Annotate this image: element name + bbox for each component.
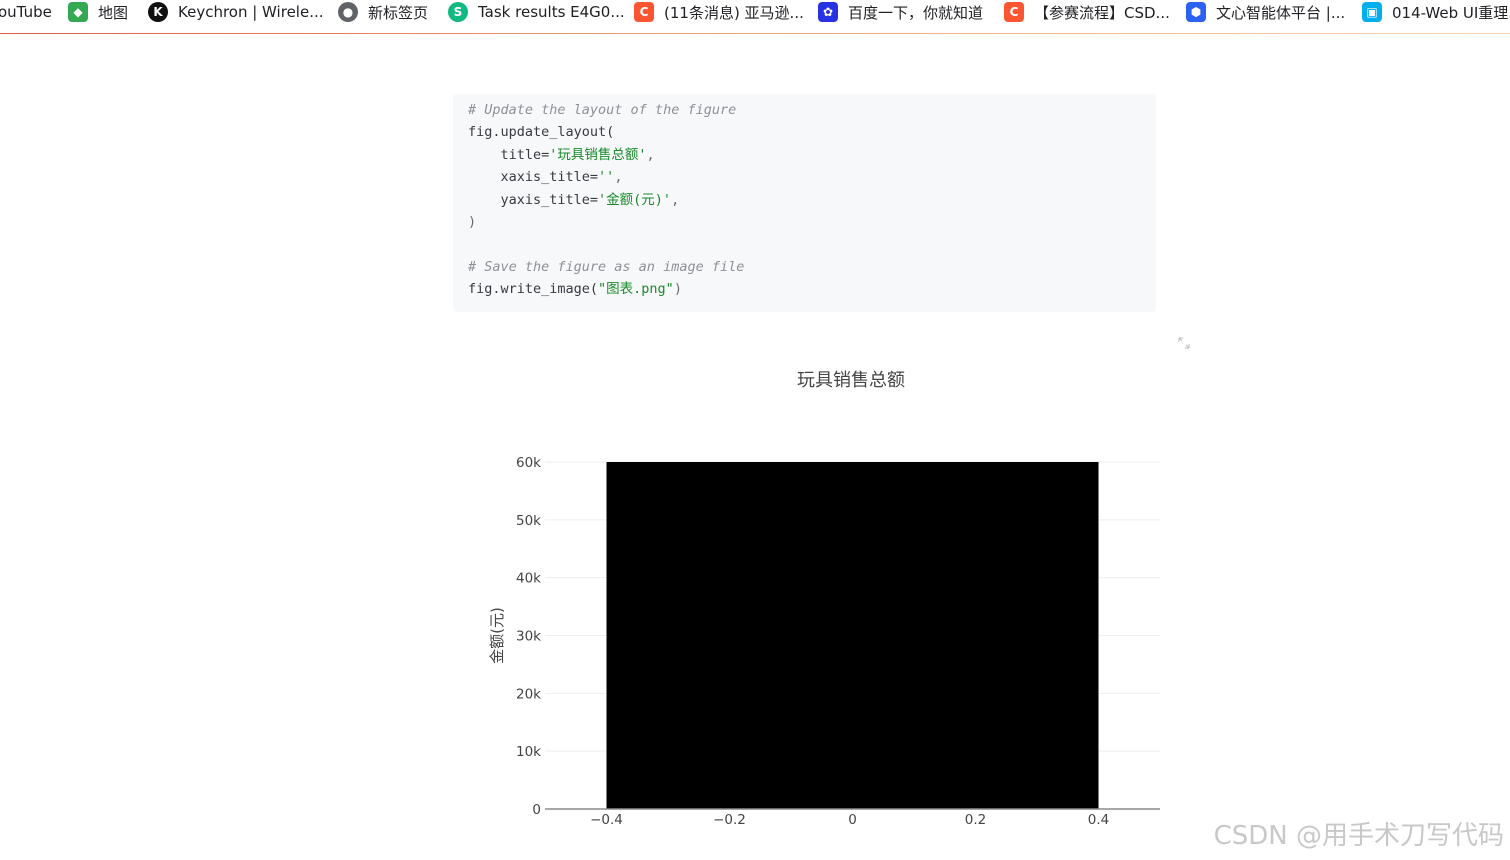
- bookmark-item[interactable]: C (11条消息) 亚马逊...: [634, 0, 804, 24]
- watermark-text: CSDN @用手术刀写代码: [1213, 821, 1504, 851]
- bookmark-label: 新标签页: [368, 3, 429, 22]
- bookmark-label: 百度一下，你就知道: [848, 3, 984, 22]
- expand-icon[interactable]: [1178, 337, 1190, 349]
- code-arg-key: title=: [468, 146, 550, 163]
- code-string: "图表.png": [598, 281, 674, 298]
- code-arg-key: yaxis_title=: [468, 191, 599, 208]
- baidu-icon: ✿: [818, 2, 838, 22]
- bookmark-label: 014-Web UI重理...: [1392, 3, 1510, 22]
- code-block: # Update the layout of the figure fig.up…: [453, 94, 1156, 312]
- keychron-icon: K: [148, 2, 168, 22]
- y-tick-label: 20k: [516, 686, 541, 702]
- code-arg-key: xaxis_title=: [468, 169, 599, 186]
- bookmark-item[interactable]: S Task results E4G0...: [448, 0, 625, 24]
- bookmark-label: 地图: [98, 3, 129, 22]
- code-string: '金额(元)': [598, 191, 672, 208]
- toolbar-accent-line: [0, 33, 1510, 34]
- x-tick-label: 0: [848, 812, 857, 828]
- bookmark-label: 文心智能体平台 |...: [1216, 3, 1346, 22]
- csdn-icon: C: [634, 2, 654, 22]
- y-tick-label: 60k: [516, 455, 541, 471]
- y-tick-label: 10k: [516, 744, 541, 760]
- chart-title: 玩具销售总额: [797, 370, 905, 391]
- csdn-icon: C: [1004, 2, 1024, 22]
- bookmark-item[interactable]: ✿ 百度一下，你就知道: [818, 0, 983, 24]
- bookmark-item[interactable]: ● 新标签页: [338, 0, 428, 24]
- code-string: '玩具销售总额': [549, 146, 647, 163]
- code-comment: # Save the figure as an image file: [468, 258, 745, 275]
- maps-icon: ◆: [68, 2, 88, 22]
- bookmark-label: 【参赛流程】CSD...: [1034, 3, 1170, 22]
- bookmark-item[interactable]: ▣ 014-Web UI重理...: [1362, 0, 1510, 24]
- bookmark-item[interactable]: ⬢ 文心智能体平台 |...: [1186, 0, 1345, 24]
- y-tick-label: 0: [532, 802, 541, 818]
- code-call: fig.write_image(: [468, 281, 599, 298]
- code-text: # Update the layout of the figure fig.up…: [453, 94, 1156, 301]
- code-string: '': [598, 169, 615, 186]
- y-tick-label: 30k: [516, 629, 541, 645]
- bar-chart: 0 10k 20k 30k 40k 50k 60k −0.4 −0.2 0 0.2 0.4 金额(元): [488, 455, 1160, 828]
- bookmark-item[interactable]: ouTube: [0, 0, 52, 24]
- code-punct: ,: [646, 146, 655, 163]
- x-tick-label: 0.2: [965, 812, 986, 828]
- y-tick-label: 40k: [516, 571, 541, 587]
- task-icon: S: [448, 2, 468, 22]
- bookmark-item[interactable]: C 【参赛流程】CSD...: [1004, 0, 1170, 24]
- x-tick-label: 0.4: [1088, 812, 1109, 828]
- bookmark-item[interactable]: ◆ 地图: [68, 0, 128, 24]
- bookmarks-bar: ouTube ◆ 地图 K Keychron | Wirele... ● 新标签页 S Task…: [0, 0, 1510, 34]
- code-punct: ): [468, 214, 477, 231]
- code-punct: ,: [671, 191, 680, 208]
- bookmark-item[interactable]: K Keychron | Wirele...: [148, 0, 324, 24]
- y-tick-label: 50k: [516, 513, 541, 529]
- code-punct: ,: [614, 169, 623, 186]
- bookmark-label: Task results E4G0...: [478, 3, 625, 21]
- bookmark-label: ouTube: [0, 3, 52, 21]
- bookmark-label: Keychron | Wirele...: [178, 3, 324, 21]
- bilibili-icon: ▣: [1362, 2, 1382, 22]
- code-punct: ): [673, 281, 682, 298]
- code-call: fig.update_layout(: [468, 124, 615, 141]
- bookmark-label: (11条消息) 亚马逊...: [664, 3, 804, 22]
- y-axis-label: 金额(元): [488, 607, 506, 664]
- x-tick-label: −0.2: [713, 812, 746, 828]
- code-comment: # Update the layout of the figure: [468, 102, 737, 118]
- wenxin-icon: ⬢: [1186, 2, 1206, 22]
- x-tick-label: −0.4: [590, 812, 623, 828]
- globe-icon: ●: [338, 2, 358, 22]
- bar: [606, 462, 1099, 809]
